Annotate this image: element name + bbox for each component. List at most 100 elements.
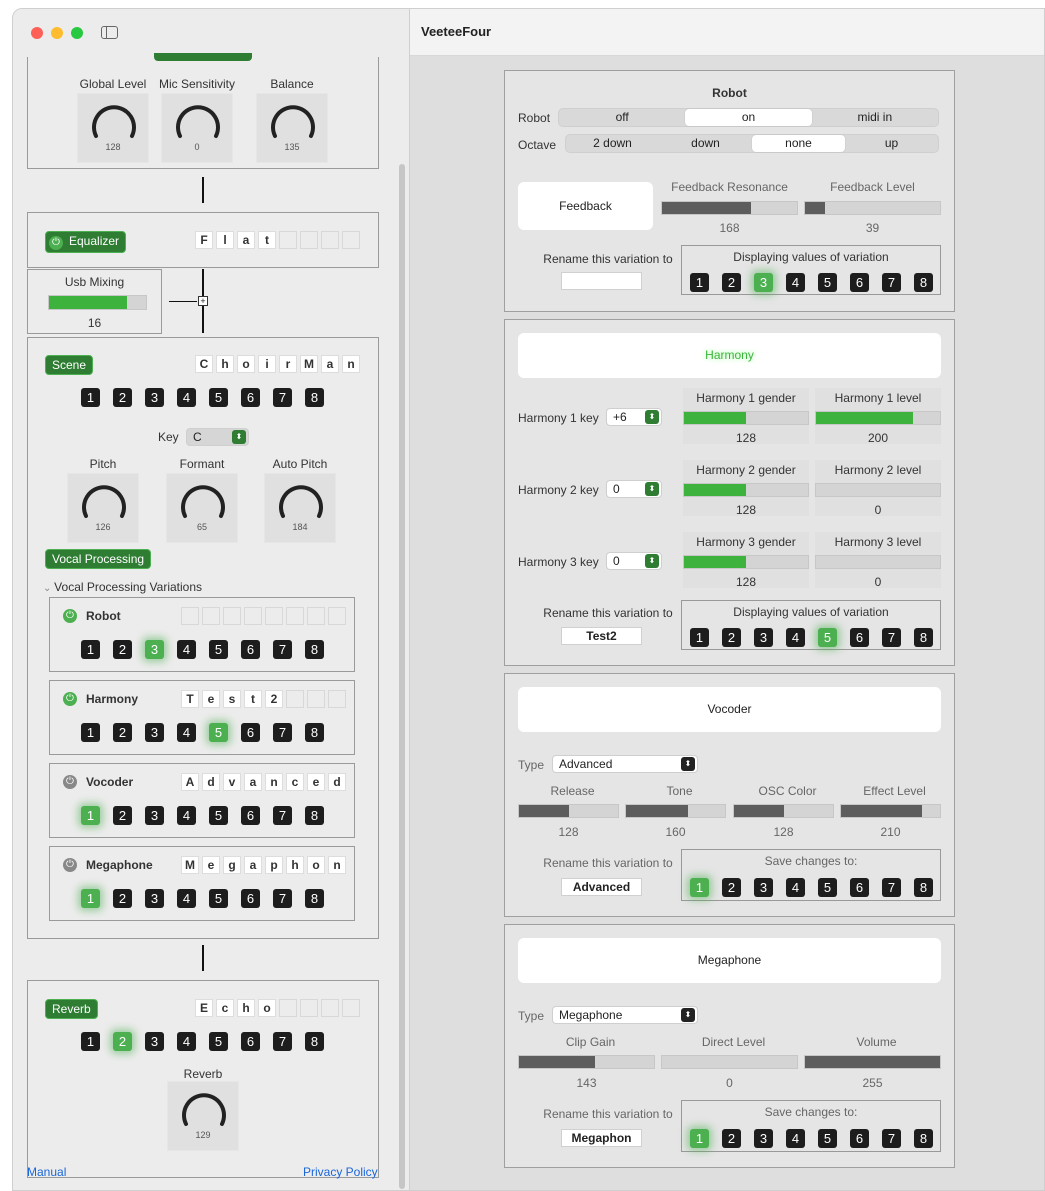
variation-4-button[interactable]: 4 [177,806,196,825]
variation-5-button[interactable]: 5 [209,388,228,407]
variation-6-button[interactable]: 6 [241,388,260,407]
variation-8-button[interactable]: 8 [305,388,324,407]
variation-2-button[interactable]: 2 [113,889,132,908]
input-knob-2-knob[interactable]: 135 [256,93,328,163]
variation-8-button[interactable]: 8 [305,889,324,908]
variation-7-button[interactable]: 7 [273,640,292,659]
variation-8-button[interactable]: 8 [914,878,933,897]
variation-7-button[interactable]: 7 [882,628,901,647]
variation-6-button[interactable]: 6 [850,273,869,292]
rename-input[interactable]: Megaphon [561,1129,642,1147]
param-slider[interactable] [804,1055,941,1069]
input-knob-1-knob[interactable]: 0 [161,93,233,163]
variation-3-button[interactable]: 3 [145,723,164,742]
rename-input[interactable] [561,272,642,290]
variation-2-button[interactable]: 2 [113,806,132,825]
variation-3-button[interactable]: 3 [754,273,773,292]
variation-2-button[interactable]: 2 [722,273,741,292]
equalizer-pill[interactable]: ⏻ Equalizer [45,231,127,253]
variation-4-button[interactable]: 4 [786,273,805,292]
variation-4-button[interactable]: 4 [177,1032,196,1051]
variation-1-button[interactable]: 1 [81,806,100,825]
variation-3-button[interactable]: 3 [754,1129,773,1148]
harmony-button[interactable]: Harmony [518,333,941,378]
variation-2-button[interactable]: 2 [113,640,132,659]
variation-7-button[interactable]: 7 [273,723,292,742]
variation-8-button[interactable]: 8 [914,1129,933,1148]
variation-5-button[interactable]: 5 [209,640,228,659]
variation-8-button[interactable]: 8 [305,723,324,742]
scene-pill[interactable]: Scene [45,355,94,375]
variation-3-button[interactable]: 3 [754,628,773,647]
variation-7-button[interactable]: 7 [882,878,901,897]
harmony-level-slider[interactable] [815,411,941,425]
variation-5-button[interactable]: 5 [209,806,228,825]
scene-knob-2-knob[interactable]: 184 [264,473,336,543]
variation-7-button[interactable]: 7 [882,1129,901,1148]
harmony-level-slider[interactable] [815,555,941,569]
vocoder-type-select[interactable]: Advanced ⬍ [552,755,698,773]
variation-3-button[interactable]: 3 [145,1032,164,1051]
variation-5-button[interactable]: 5 [818,628,837,647]
rename-input[interactable]: Advanced [561,878,642,896]
input-knob-0-knob[interactable]: 128 [77,93,149,163]
minimize-window-button[interactable] [51,27,63,39]
harmony-key-select[interactable]: 0 ⬍ [606,552,662,570]
param-slider[interactable] [733,804,834,818]
power-icon[interactable]: ⏻ [63,692,77,706]
harmony-level-slider[interactable] [815,483,941,497]
variation-1-button[interactable]: 1 [81,1032,100,1051]
variation-5-button[interactable]: 5 [818,878,837,897]
feedback-level-slider[interactable] [804,201,941,215]
sidebar-scrollbar[interactable] [399,164,405,1189]
vocoder-button[interactable]: Vocoder [518,687,941,732]
variation-3-button[interactable]: 3 [145,889,164,908]
variation-2-button[interactable]: 2 [113,388,132,407]
variation-7-button[interactable]: 7 [273,388,292,407]
megaphone-button[interactable]: Megaphone [518,938,941,983]
usb-mixing-slider[interactable] [48,295,147,310]
segment-option[interactable]: up [845,135,938,152]
segment-option[interactable]: midi in [812,109,938,126]
variation-4-button[interactable]: 4 [177,640,196,659]
reverb-pill[interactable]: Reverb [45,999,98,1019]
power-icon[interactable]: ⏻ [63,858,77,872]
variation-6-button[interactable]: 6 [241,806,260,825]
variation-6-button[interactable]: 6 [850,1129,869,1148]
segment-option[interactable]: on [685,109,812,126]
segment-option[interactable]: down [659,135,752,152]
harmony-gender-slider[interactable] [683,555,809,569]
scene-knob-0-knob[interactable]: 126 [67,473,139,543]
variation-1-button[interactable]: 1 [81,889,100,908]
scene-knob-1-knob[interactable]: 65 [166,473,238,543]
variation-4-button[interactable]: 4 [786,878,805,897]
variation-2-button[interactable]: 2 [722,1129,741,1148]
variation-2-button[interactable]: 2 [722,628,741,647]
variation-6-button[interactable]: 6 [241,640,260,659]
variation-6-button[interactable]: 6 [850,628,869,647]
segment-option[interactable]: 2 down [566,135,659,152]
reverb-knob[interactable]: 129 [167,1081,239,1151]
variation-7-button[interactable]: 7 [273,889,292,908]
variation-7-button[interactable]: 7 [273,1032,292,1051]
zoom-window-button[interactable] [71,27,83,39]
variation-6-button[interactable]: 6 [850,878,869,897]
variation-1-button[interactable]: 1 [81,640,100,659]
privacy-policy-link[interactable]: Privacy Policy [303,1165,378,1179]
variation-7-button[interactable]: 7 [882,273,901,292]
manual-link[interactable]: Manual [27,1165,66,1179]
variation-8-button[interactable]: 8 [914,628,933,647]
variation-5-button[interactable]: 5 [818,273,837,292]
segment-option[interactable]: off [559,109,685,126]
vocal-variations-disclosure[interactable]: ⌄ Vocal Processing Variations [43,580,202,594]
variation-1-button[interactable]: 1 [81,723,100,742]
power-icon[interactable]: ⏻ [63,609,77,623]
megaphone-type-select[interactable]: Megaphone ⬍ [552,1006,698,1024]
feedback-resonance-slider[interactable] [661,201,798,215]
sidebar-toggle-icon[interactable] [101,26,118,39]
segment-option[interactable]: none [752,135,845,152]
close-window-button[interactable] [31,27,43,39]
variation-4-button[interactable]: 4 [177,889,196,908]
param-slider[interactable] [661,1055,798,1069]
variation-7-button[interactable]: 7 [273,806,292,825]
